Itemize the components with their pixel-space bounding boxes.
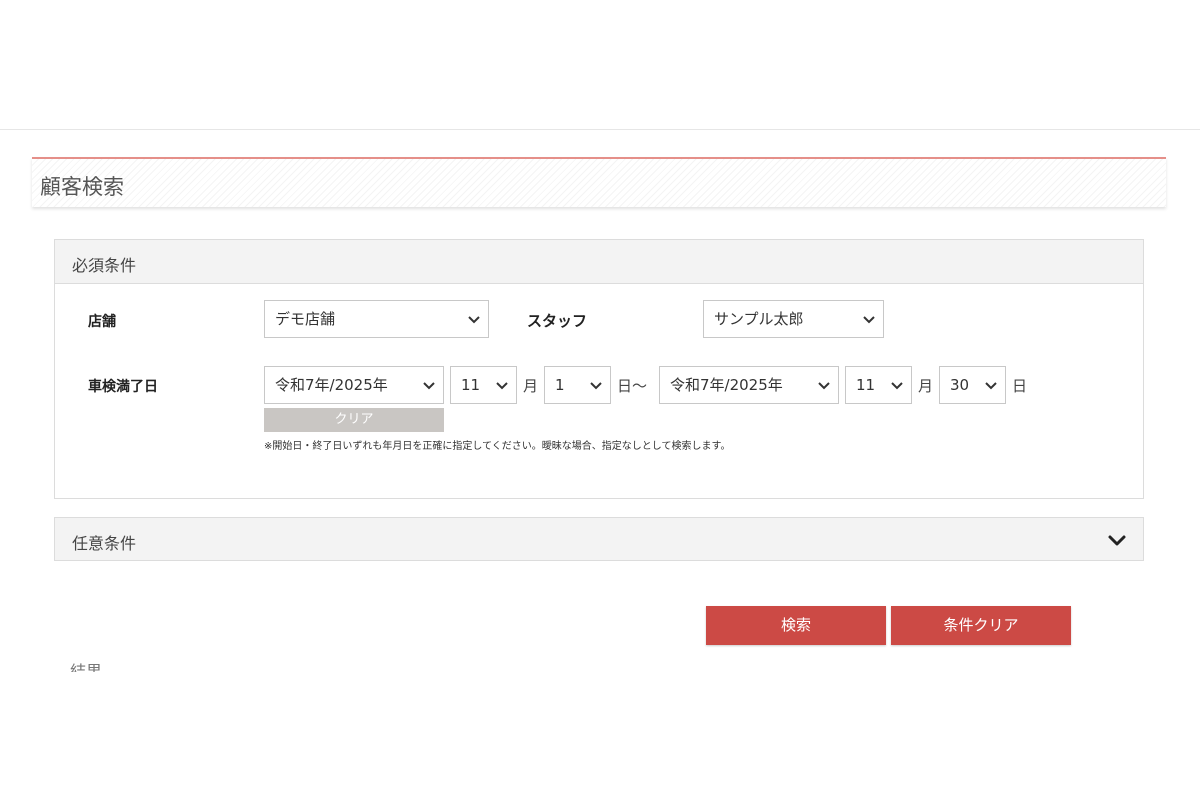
chevron-down-icon[interactable]: [1107, 530, 1127, 550]
chevron-down-icon: [496, 382, 508, 390]
from-day-select[interactable]: 1: [544, 366, 611, 404]
staff-select-value: サンプル太郎: [714, 310, 804, 328]
to-day-value: 30: [950, 376, 970, 394]
to-day-select[interactable]: 30: [939, 366, 1006, 404]
to-year-value: 令和7年/2025年: [670, 376, 783, 394]
to-year-select[interactable]: 令和7年/2025年: [659, 366, 839, 404]
page-header: 顧客検索: [32, 157, 1166, 207]
chevron-down-icon: [985, 382, 997, 390]
chevron-down-icon: [423, 382, 435, 390]
to-month-unit: 月: [918, 377, 934, 395]
from-month-unit: 月: [523, 377, 539, 395]
staff-select[interactable]: サンプル太郎: [703, 300, 884, 338]
from-month-select[interactable]: 11: [450, 366, 517, 404]
staff-label: スタッフ: [527, 312, 588, 330]
from-year-value: 令和7年/2025年: [275, 376, 388, 394]
chevron-down-icon: [818, 382, 830, 390]
page-title: 顧客検索: [40, 175, 124, 199]
date-clear-button[interactable]: クリア: [264, 408, 444, 432]
to-day-unit: 日: [1012, 377, 1028, 395]
required-panel-title: 必須条件: [72, 256, 137, 275]
top-divider: [0, 129, 1200, 130]
store-select-value: デモ店舗: [275, 310, 336, 328]
results-heading: 結果: [70, 662, 103, 672]
optional-panel-title: 任意条件: [72, 534, 137, 553]
to-month-select[interactable]: 11: [845, 366, 912, 404]
date-note: ※開始日・終了日いずれも年月日を正確に指定してください。曖昧な場合、指定なしとし…: [264, 441, 731, 452]
clear-conditions-button[interactable]: 条件クリア: [891, 606, 1071, 645]
chevron-down-icon: [891, 382, 903, 390]
store-label: 店舗: [88, 314, 116, 330]
optional-conditions-panel[interactable]: 任意条件: [54, 517, 1144, 561]
required-panel-header: 必須条件: [55, 240, 1143, 284]
chevron-down-icon: [468, 316, 480, 324]
from-year-select[interactable]: 令和7年/2025年: [264, 366, 444, 404]
search-button[interactable]: 検索: [706, 606, 886, 645]
from-month-value: 11: [461, 376, 481, 394]
store-select[interactable]: デモ店舗: [264, 300, 489, 338]
inspection-date-label: 車検満了日: [88, 379, 158, 395]
to-month-value: 11: [856, 376, 876, 394]
chevron-down-icon: [863, 316, 875, 324]
range-separator: 日～: [617, 377, 648, 395]
chevron-down-icon: [590, 382, 602, 390]
from-day-value: 1: [555, 376, 565, 394]
